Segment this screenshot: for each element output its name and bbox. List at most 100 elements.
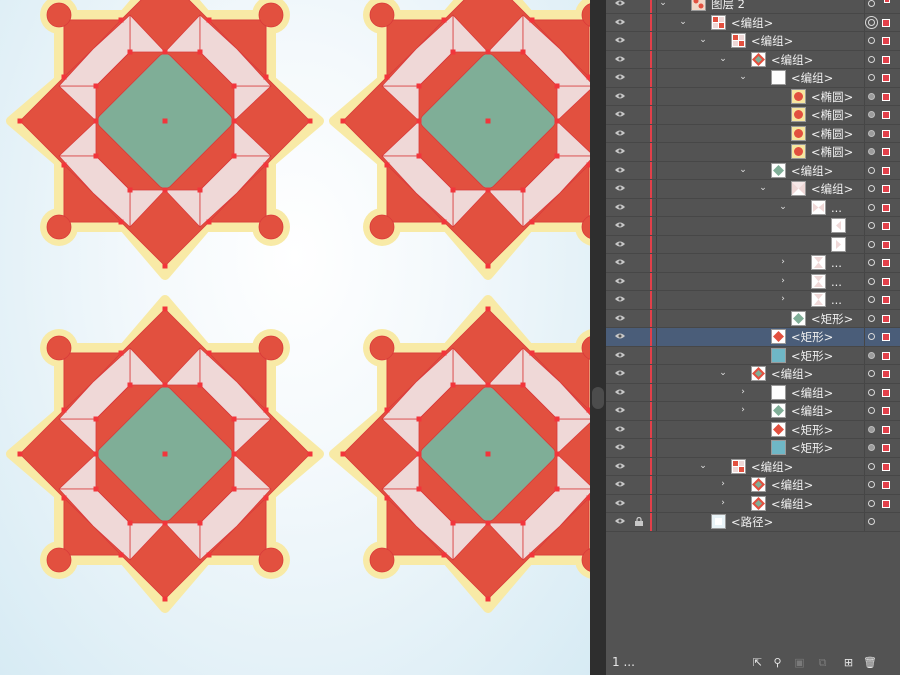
lock-icon[interactable] <box>635 517 643 526</box>
visibility-eye-icon[interactable] <box>615 315 625 321</box>
visibility-eye-icon[interactable] <box>615 518 625 524</box>
target-circle-icon[interactable] <box>868 259 875 266</box>
visibility-eye-icon[interactable] <box>615 352 625 358</box>
selection-square-icon[interactable] <box>882 351 890 360</box>
layer-name[interactable]: <椭圆> <box>811 126 853 142</box>
visibility-eye-icon[interactable] <box>615 426 625 432</box>
selection-square-icon[interactable] <box>882 222 890 230</box>
search-icon[interactable]: ⚲ <box>771 656 784 669</box>
layer-row[interactable] <box>606 217 900 236</box>
selection-square-icon[interactable] <box>882 277 890 286</box>
chevron-down-icon[interactable]: ⌄ <box>718 53 728 65</box>
target-circle-icon[interactable] <box>868 74 875 81</box>
target-circle-icon[interactable] <box>868 425 875 433</box>
visibility-eye-icon[interactable] <box>615 56 625 62</box>
layer-name[interactable]: <编组> <box>791 70 833 86</box>
chevron-right-icon[interactable]: › <box>778 293 788 305</box>
selection-square-icon[interactable] <box>882 55 890 64</box>
layer-name[interactable]: <编组> <box>771 366 813 382</box>
selection-square-icon[interactable] <box>882 166 890 175</box>
target-circle-icon[interactable] <box>868 203 875 211</box>
layer-name[interactable]: <编组> <box>751 459 793 475</box>
target-circle-icon[interactable] <box>868 92 875 100</box>
selection-square-icon[interactable] <box>882 185 890 193</box>
visibility-eye-icon[interactable] <box>615 500 625 506</box>
target-circle-icon[interactable] <box>868 18 875 26</box>
visibility-eye-icon[interactable] <box>615 481 625 487</box>
selection-square-icon[interactable] <box>882 148 890 156</box>
layer-row[interactable]: ⌄ <编组> <box>606 365 900 384</box>
chevron-down-icon[interactable]: ⌄ <box>698 460 708 472</box>
visibility-eye-icon[interactable] <box>615 444 625 450</box>
layer-row[interactable]: ⌄ <编组> <box>606 13 900 32</box>
target-circle-icon[interactable] <box>868 370 875 377</box>
chevron-right-icon[interactable]: › <box>778 275 788 287</box>
visibility-eye-icon[interactable] <box>615 407 625 413</box>
target-circle-icon[interactable] <box>868 407 875 414</box>
target-circle-icon[interactable] <box>868 277 875 285</box>
layer-row[interactable]: <椭圆> <box>606 87 900 106</box>
layer-row[interactable]: ⌄ 图层 2 <box>606 0 900 14</box>
target-circle-icon[interactable] <box>868 111 875 118</box>
chevron-right-icon[interactable]: › <box>738 404 748 416</box>
selection-square-icon[interactable] <box>882 407 890 415</box>
visibility-eye-icon[interactable] <box>615 0 625 6</box>
visibility-eye-icon[interactable] <box>615 37 625 43</box>
target-circle-icon[interactable] <box>868 444 875 451</box>
layer-name[interactable]: <矩形> <box>791 348 833 364</box>
chevron-down-icon[interactable]: ⌄ <box>778 201 788 213</box>
layer-name[interactable]: ... <box>831 255 842 271</box>
layer-name[interactable]: <编组> <box>791 403 833 419</box>
export-icon[interactable]: ⇱ <box>751 656 764 669</box>
layer-name[interactable]: <编组> <box>771 477 813 493</box>
target-circle-icon[interactable] <box>868 296 875 303</box>
selection-square-icon[interactable] <box>882 203 890 212</box>
selection-square-icon[interactable] <box>882 129 890 138</box>
target-circle-icon[interactable] <box>868 166 875 174</box>
selection-square-icon[interactable] <box>882 333 890 341</box>
layer-row[interactable]: <路径> <box>606 513 900 532</box>
layer-row[interactable]: ›... <box>606 291 900 310</box>
layer-name[interactable]: <矩形> <box>791 329 833 345</box>
layer-row[interactable]: ⌄ <编组> <box>606 161 900 180</box>
layer-name[interactable]: <椭圆> <box>811 144 853 160</box>
layer-name[interactable]: <编组> <box>751 33 793 49</box>
layer-row[interactable]: ⌄ <编组> <box>606 180 900 199</box>
layer-row[interactable]: <椭圆> <box>606 106 900 125</box>
new-layer-icon[interactable]: ⊞ <box>842 656 855 669</box>
visibility-eye-icon[interactable] <box>615 130 625 136</box>
target-circle-icon[interactable] <box>868 185 875 192</box>
layer-row[interactable]: ⌄ <编组> <box>606 50 900 69</box>
chevron-right-icon[interactable]: › <box>718 478 728 490</box>
visibility-eye-icon[interactable] <box>615 93 625 99</box>
target-circle-icon[interactable] <box>868 240 875 248</box>
layer-row[interactable]: <矩形> <box>606 346 900 365</box>
layer-row[interactable] <box>606 235 900 254</box>
layer-row[interactable]: <矩形> <box>606 439 900 458</box>
chevron-down-icon[interactable]: ⌄ <box>678 16 688 28</box>
layer-name[interactable]: ... <box>831 292 842 308</box>
target-circle-icon[interactable] <box>868 481 875 488</box>
layer-name[interactable]: <编组> <box>731 15 773 31</box>
selection-square-icon[interactable] <box>882 259 890 267</box>
layer-row[interactable]: ›... <box>606 272 900 291</box>
layer-row[interactable]: › <编组> <box>606 383 900 402</box>
visibility-eye-icon[interactable] <box>615 74 625 80</box>
layer-name[interactable]: <椭圆> <box>811 89 853 105</box>
layer-name[interactable]: <路径> <box>731 514 773 530</box>
selection-square-icon[interactable] <box>882 425 890 434</box>
layer-name[interactable]: <编组> <box>791 385 833 401</box>
target-circle-icon[interactable] <box>868 499 875 507</box>
target-circle-icon[interactable] <box>868 129 875 137</box>
chevron-down-icon[interactable]: ⌄ <box>738 164 748 176</box>
layer-name[interactable]: <矩形> <box>791 440 833 456</box>
layer-name[interactable]: <编组> <box>771 52 813 68</box>
chevron-down-icon[interactable]: ⌄ <box>738 71 748 83</box>
layer-name[interactable]: <椭圆> <box>811 107 853 123</box>
visibility-eye-icon[interactable] <box>615 389 625 395</box>
layer-name[interactable]: <矩形> <box>811 311 853 327</box>
layer-row[interactable]: <矩形> <box>606 328 900 347</box>
visibility-eye-icon[interactable] <box>615 148 625 154</box>
selection-square-icon[interactable] <box>882 462 890 471</box>
visibility-eye-icon[interactable] <box>615 333 625 339</box>
